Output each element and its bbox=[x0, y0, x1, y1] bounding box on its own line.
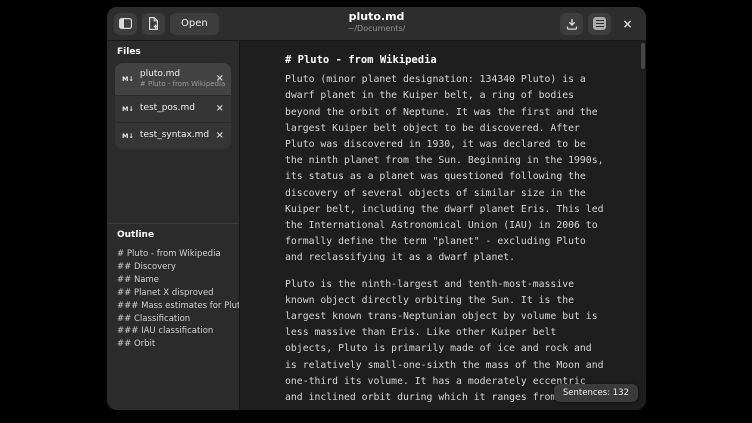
open-button[interactable]: Open bbox=[170, 13, 219, 35]
file-name: pluto.md bbox=[140, 69, 210, 80]
new-document-icon bbox=[148, 17, 159, 30]
file-texts: test_pos.md bbox=[140, 103, 195, 114]
menu-icon bbox=[593, 17, 606, 30]
save-button[interactable] bbox=[560, 13, 583, 35]
outline-item-title[interactable]: # Pluto - from Wikipedia bbox=[107, 248, 239, 261]
close-file-icon[interactable]: × bbox=[216, 131, 224, 141]
files-header: Files bbox=[107, 41, 239, 62]
outline-item-iau-classification[interactable]: ### IAU classification bbox=[107, 325, 239, 338]
outline-item-classification[interactable]: ## Classification bbox=[107, 313, 239, 326]
file-texts: test_syntax.md bbox=[140, 130, 209, 141]
outline-item-mass-estimates[interactable]: ### Mass estimates for Pluto bbox=[107, 300, 239, 313]
file-list: M↓ pluto.md # Pluto - from Wikipedia × M… bbox=[115, 63, 231, 149]
outline-item-name[interactable]: ## Name bbox=[107, 274, 239, 287]
window-title: pluto.md bbox=[348, 10, 406, 24]
file-name: test_syntax.md bbox=[140, 130, 209, 141]
close-file-icon[interactable]: × bbox=[216, 74, 224, 84]
toggle-sidebar-button[interactable] bbox=[114, 13, 137, 35]
doc-heading: # Pluto - from Wikipedia bbox=[285, 52, 611, 68]
file-row-test-syntax[interactable]: M↓ test_syntax.md × bbox=[115, 122, 231, 149]
app-window: Open pluto.md ~/Documents/ bbox=[107, 7, 646, 410]
markdown-file-icon: M↓ bbox=[122, 132, 134, 140]
sentences-count-badge: Sentences: 132 bbox=[554, 384, 638, 402]
close-window-button[interactable]: × bbox=[616, 13, 639, 35]
titlebar-left-group: Open bbox=[114, 13, 219, 35]
outline-item-planet-x[interactable]: ## Planet X disproved bbox=[107, 287, 239, 300]
markdown-file-icon: M↓ bbox=[122, 105, 134, 113]
editor-scrollbar[interactable] bbox=[641, 43, 645, 69]
titlebar: Open pluto.md ~/Documents/ bbox=[107, 7, 646, 41]
sidebar-toggle-icon bbox=[119, 18, 132, 29]
outline-header: Outline bbox=[107, 224, 239, 245]
main-menu-button[interactable] bbox=[588, 13, 611, 35]
editor-pane: # Pluto - from Wikipedia Pluto (minor pl… bbox=[240, 41, 646, 410]
window-title-block: pluto.md ~/Documents/ bbox=[348, 10, 406, 34]
doc-paragraph-1: Pluto (minor planet designation: 134340 … bbox=[285, 72, 609, 266]
file-name: test_pos.md bbox=[140, 103, 195, 114]
window-subtitle: ~/Documents/ bbox=[348, 24, 406, 34]
desktop-background: Open pluto.md ~/Documents/ bbox=[0, 0, 752, 423]
file-row-pluto[interactable]: M↓ pluto.md # Pluto - from Wikipedia × bbox=[115, 63, 231, 95]
save-download-icon bbox=[566, 18, 578, 30]
outline-item-discovery[interactable]: ## Discovery bbox=[107, 261, 239, 274]
outline-list: # Pluto - from Wikipedia ## Discovery ##… bbox=[107, 245, 239, 351]
close-file-icon[interactable]: × bbox=[216, 104, 224, 114]
markdown-file-icon: M↓ bbox=[122, 75, 134, 83]
file-texts: pluto.md # Pluto - from Wikipedia bbox=[140, 69, 210, 89]
new-document-button[interactable] bbox=[142, 13, 165, 35]
sidebar: Files M↓ pluto.md # Pluto - from Wikiped… bbox=[107, 41, 240, 410]
outline-section: Outline # Pluto - from Wikipedia ## Disc… bbox=[107, 223, 239, 351]
markdown-editor-text[interactable]: # Pluto - from Wikipedia Pluto (minor pl… bbox=[240, 41, 611, 406]
file-subtitle: # Pluto - from Wikipedia bbox=[140, 80, 210, 89]
close-icon: × bbox=[622, 18, 632, 30]
titlebar-right-group: × bbox=[560, 13, 639, 35]
file-row-test-pos[interactable]: M↓ test_pos.md × bbox=[115, 95, 231, 122]
outline-item-orbit[interactable]: ## Orbit bbox=[107, 338, 239, 351]
window-body: Files M↓ pluto.md # Pluto - from Wikiped… bbox=[107, 41, 646, 410]
